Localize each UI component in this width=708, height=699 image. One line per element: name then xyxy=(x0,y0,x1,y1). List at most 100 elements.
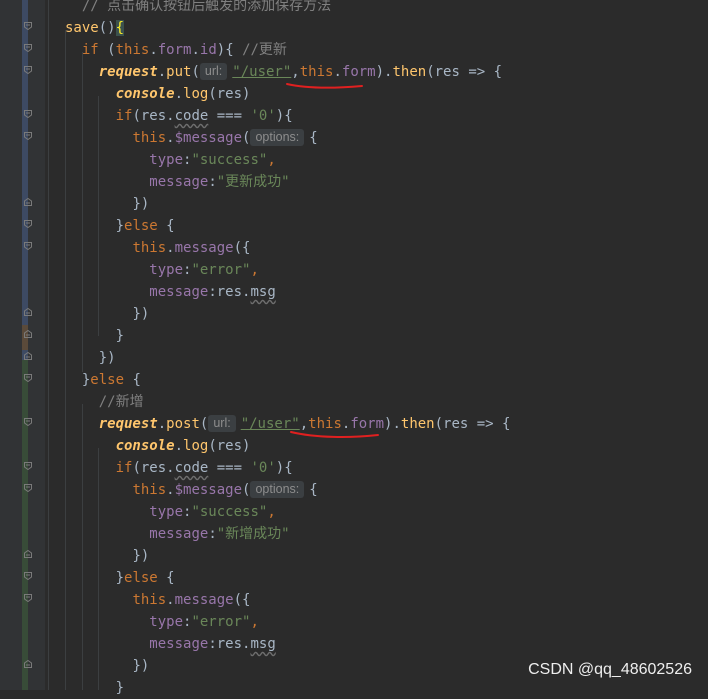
code-line[interactable]: this.message({ xyxy=(65,237,250,259)
code-line[interactable]: save(){ xyxy=(65,17,125,39)
code-line[interactable]: if(res.code === '0'){ xyxy=(65,457,293,479)
code-line[interactable]: if (this.form.id){ //更新 xyxy=(65,39,287,61)
code-token: this xyxy=(132,482,167,498)
code-line[interactable]: //新增 xyxy=(65,391,144,413)
fold-marker-icon[interactable] xyxy=(24,110,32,118)
code-token: . xyxy=(166,240,175,256)
code-token: ( xyxy=(199,416,209,432)
code-token: console xyxy=(115,438,175,454)
code-token: $message xyxy=(174,482,243,498)
code-token: ({ xyxy=(233,592,251,608)
code-token: () xyxy=(98,20,116,36)
code-token: message xyxy=(149,526,209,542)
fold-marker-icon[interactable] xyxy=(24,22,32,30)
code-token: (res => { xyxy=(426,64,503,80)
fold-marker-icon[interactable] xyxy=(24,594,32,602)
code-token: ( xyxy=(107,42,116,58)
code-line[interactable]: } xyxy=(65,325,124,347)
code-token: }) xyxy=(132,548,150,564)
code-line[interactable]: type:"error", xyxy=(65,611,259,633)
code-line[interactable]: }) xyxy=(65,545,149,567)
code-line[interactable]: console.log(res) xyxy=(65,83,251,105)
fold-marker-icon[interactable] xyxy=(24,132,32,140)
code-line[interactable]: }) xyxy=(65,193,149,215)
fold-marker-icon[interactable] xyxy=(24,198,32,206)
code-token: form xyxy=(341,64,376,80)
code-token: "success" xyxy=(191,504,268,520)
code-line[interactable]: }else { xyxy=(65,215,175,237)
code-token: put xyxy=(166,64,192,80)
code-line[interactable]: console.log(res) xyxy=(65,435,251,457)
code-line[interactable]: if(res.code === '0'){ xyxy=(65,105,293,127)
code-line[interactable]: this.$message(options:{ xyxy=(65,479,318,501)
code-line[interactable]: }) xyxy=(65,303,149,325)
code-token: . xyxy=(166,482,175,498)
code-token: then xyxy=(392,64,427,80)
code-line[interactable]: message:res.msg xyxy=(65,633,275,655)
fold-marker-icon[interactable] xyxy=(24,550,32,558)
fold-marker-icon[interactable] xyxy=(24,660,32,668)
fold-marker-icon[interactable] xyxy=(24,374,32,382)
code-token: type xyxy=(149,614,184,630)
code-token: . xyxy=(149,42,158,58)
code-area[interactable]: // 点击确认按钮后触发的添加保存方法 save(){ if ( this. form… xyxy=(65,0,708,696)
code-token: { xyxy=(309,130,318,146)
code-line[interactable]: }else { xyxy=(65,567,175,589)
fold-marker-icon[interactable] xyxy=(24,484,32,492)
code-line[interactable]: type:"success", xyxy=(65,501,276,523)
code-line[interactable]: } xyxy=(65,677,124,699)
code-line[interactable]: message:"新增成功" xyxy=(65,523,289,545)
code-token: === xyxy=(208,460,251,476)
code-line[interactable]: this.$message(options:{ xyxy=(65,127,318,149)
fold-marker-icon[interactable] xyxy=(24,308,32,316)
code-token: (res. xyxy=(132,108,175,124)
code-line[interactable]: type:"error", xyxy=(65,259,259,281)
csdn-watermark: CSDN @qq_48602526 xyxy=(528,661,692,678)
fold-marker-icon[interactable] xyxy=(24,572,32,580)
code-line[interactable]: // 点击确认按钮后触发的添加保存方法 xyxy=(65,0,331,17)
code-token: . xyxy=(157,416,167,432)
fold-marker-icon[interactable] xyxy=(24,220,32,228)
code-token: if xyxy=(81,42,108,58)
code-line[interactable]: request.post(url: "/user",this.form).then… xyxy=(65,413,510,435)
code-token: else xyxy=(124,570,167,586)
code-line[interactable]: message:"更新成功" xyxy=(65,171,289,193)
code-token: } xyxy=(115,328,125,344)
code-token: }) xyxy=(98,350,116,366)
code-line[interactable]: }) xyxy=(65,655,149,677)
code-line[interactable]: message:res.msg xyxy=(65,281,275,303)
code-token: type xyxy=(149,262,184,278)
fold-marker-icon[interactable] xyxy=(24,44,32,52)
code-token: (res. xyxy=(132,460,175,476)
code-editor[interactable]: // 点击确认按钮后触发的添加保存方法 save(){ if ( this. form… xyxy=(0,0,708,696)
code-line[interactable]: }else { xyxy=(65,369,141,391)
fold-marker-icon[interactable] xyxy=(24,66,32,74)
code-token: id xyxy=(199,42,217,58)
fold-marker-icon[interactable] xyxy=(24,462,32,470)
fold-marker-icon[interactable] xyxy=(24,418,32,426)
fold-marker-icon[interactable] xyxy=(24,330,32,338)
code-line[interactable]: type:"success", xyxy=(65,149,275,171)
code-token: , xyxy=(267,504,276,520)
code-token: this xyxy=(308,416,342,432)
fold-marker-icon[interactable] xyxy=(24,352,32,360)
fold-marker-icon[interactable] xyxy=(24,242,32,250)
code-token: if xyxy=(115,108,133,124)
code-line[interactable]: this.message({ xyxy=(65,589,250,611)
code-token: (res) xyxy=(208,86,251,102)
code-line[interactable]: request.put(url: "/user",this.form).then(… xyxy=(65,61,502,83)
code-token: else xyxy=(90,372,133,388)
code-line[interactable]: }) xyxy=(65,347,116,369)
code-token: . xyxy=(166,130,175,146)
